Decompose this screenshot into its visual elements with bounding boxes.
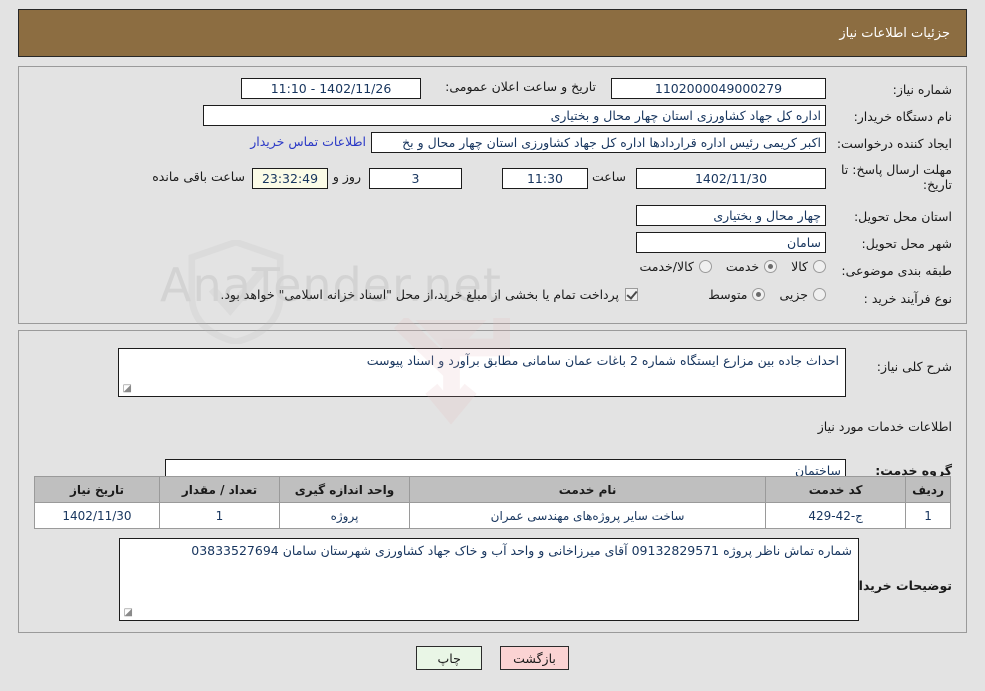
purchase-process-radio-group: جزیی متوسط bbox=[694, 287, 826, 302]
treasury-note-row[interactable]: پرداخت تمام یا بخشی از مبلغ خرید،از محل … bbox=[220, 287, 638, 302]
radio-indicator-jozi[interactable] bbox=[813, 288, 826, 301]
radio-label-motevaset: متوسط bbox=[708, 287, 748, 302]
radio-option-motevaset[interactable]: متوسط bbox=[708, 287, 766, 302]
col-quantity: تعداد / مقدار bbox=[159, 476, 280, 503]
label-general-description: شرح کلی نیاز: bbox=[876, 359, 952, 374]
cell-need-date: 1402/11/30 bbox=[34, 502, 160, 529]
label-delivery-city: شهر محل تحویل: bbox=[861, 236, 952, 251]
label-response-deadline: مهلت ارسال پاسخ: تا تاریخ: bbox=[841, 162, 952, 192]
need-details-panel: شرح کلی نیاز: احداث جاده بین مزارع ایستگ… bbox=[18, 330, 967, 633]
deadline-time-field[interactable]: 11:30 bbox=[502, 168, 588, 189]
cell-service-code: ج-42-429 bbox=[765, 502, 907, 529]
col-unit: واحد اندازه گیری bbox=[279, 476, 410, 503]
cell-quantity: 1 bbox=[159, 502, 280, 529]
label-buyer-notes: توضیحات خریدار: bbox=[846, 578, 952, 593]
col-service-code: کد خدمت bbox=[765, 476, 907, 503]
radio-label-kala: کالا bbox=[791, 259, 808, 274]
back-button[interactable]: بازگشت bbox=[500, 646, 569, 670]
resize-grip-icon-notes[interactable]: ◪ bbox=[123, 608, 133, 618]
cell-unit: پروژه bbox=[279, 502, 410, 529]
page-title: جزئیات اطلاعات نیاز bbox=[839, 25, 950, 41]
deadline-remaining-label: ساعت باقی مانده bbox=[152, 169, 245, 184]
announce-datetime-field[interactable]: 1402/11/26 - 11:10 bbox=[241, 78, 421, 99]
resize-grip-icon[interactable]: ◪ bbox=[122, 384, 132, 394]
deadline-days-field: 3 bbox=[369, 168, 462, 189]
need-summary-panel: شماره نیاز: نام دستگاه خریدار: ایجاد کنن… bbox=[18, 66, 967, 324]
need-number-field[interactable]: 1102000049000279 bbox=[611, 78, 826, 99]
subject-category-radio-group: کالا خدمت کالا/خدمت bbox=[625, 259, 826, 274]
label-subject-category: طبقه بندی موضوعی: bbox=[841, 263, 952, 278]
cell-row-no: 1 bbox=[905, 502, 951, 529]
delivery-province-field[interactable]: چهار محال و بختیاری bbox=[636, 205, 826, 226]
table-row: 1 ج-42-429 ساخت سایر پروژه‌های مهندسی عم… bbox=[34, 502, 951, 529]
print-button[interactable]: چاپ bbox=[416, 646, 483, 670]
label-purchase-process: نوع فرآیند خرید : bbox=[863, 291, 952, 306]
services-table: ردیف کد خدمت نام خدمت واحد اندازه گیری ت… bbox=[34, 476, 951, 529]
deadline-date-field[interactable]: 1402/11/30 bbox=[636, 168, 826, 189]
col-service-name: نام خدمت bbox=[408, 476, 767, 503]
deadline-days-label: روز و bbox=[332, 169, 361, 184]
buyer-contact-link[interactable]: اطلاعات تماس خریدار bbox=[250, 134, 366, 149]
col-row-no: ردیف bbox=[905, 476, 951, 503]
radio-option-jozi[interactable]: جزیی bbox=[779, 287, 826, 302]
radio-label-khedmat: خدمت bbox=[725, 259, 760, 274]
general-description-textarea[interactable]: احداث جاده بین مزارع ایستگاه شماره 2 باغ… bbox=[118, 348, 846, 397]
col-need-date: تاریخ نیاز bbox=[34, 476, 160, 503]
general-description-text: احداث جاده بین مزارع ایستگاه شماره 2 باغ… bbox=[366, 353, 839, 368]
radio-indicator-kala-khedmat[interactable] bbox=[698, 260, 712, 273]
radio-option-kala[interactable]: کالا bbox=[791, 259, 826, 274]
action-button-bar: بازگشت چاپ bbox=[0, 646, 985, 670]
table-header-row: ردیف کد خدمت نام خدمت واحد اندازه گیری ت… bbox=[34, 476, 951, 503]
services-section-title: اطلاعات خدمات مورد نیاز bbox=[817, 419, 952, 434]
buyer-notes-textarea[interactable]: شماره تماش ناظر پروژه 09132829571 آقای م… bbox=[119, 538, 859, 621]
announce-datetime-label: تاریخ و ساعت اعلان عمومی: bbox=[445, 79, 596, 94]
label-need-number: شماره نیاز: bbox=[892, 82, 952, 97]
label-buyer-org: نام دستگاه خریدار: bbox=[853, 109, 952, 124]
radio-option-kala-khedmat[interactable]: کالا/خدمت bbox=[639, 259, 712, 274]
treasury-note-text: پرداخت تمام یا بخشی از مبلغ خرید،از محل … bbox=[220, 287, 619, 302]
buyer-notes-text: شماره تماش ناظر پروژه 09132829571 آقای م… bbox=[191, 543, 852, 558]
page-root: جزئیات اطلاعات نیاز شماره نیاز: نام دستگ… bbox=[0, 0, 985, 691]
deadline-time-label: ساعت bbox=[591, 169, 626, 184]
radio-indicator-khedmat[interactable] bbox=[764, 260, 778, 273]
label-request-creator: ایجاد کننده درخواست: bbox=[836, 136, 952, 151]
label-delivery-province: استان محل تحویل: bbox=[853, 209, 952, 224]
delivery-city-field[interactable]: سامان bbox=[636, 232, 826, 253]
cell-service-name: ساخت سایر پروژه‌های مهندسی عمران bbox=[408, 502, 767, 529]
radio-indicator-kala[interactable] bbox=[813, 260, 826, 273]
deadline-countdown-field: 23:32:49 bbox=[252, 168, 328, 189]
treasury-checkbox[interactable] bbox=[625, 288, 638, 301]
radio-option-khedmat[interactable]: خدمت bbox=[725, 259, 778, 274]
request-creator-field[interactable]: اکبر کریمی رئیس اداره قراردادها اداره کل… bbox=[371, 132, 826, 153]
radio-indicator-motevaset[interactable] bbox=[752, 288, 766, 301]
radio-label-kala-khedmat: کالا/خدمت bbox=[639, 259, 694, 274]
buyer-org-field[interactable]: اداره کل جهاد کشاورزی استان چهار محال و … bbox=[203, 105, 826, 126]
radio-label-jozi: جزیی bbox=[779, 287, 808, 302]
page-title-bar: جزئیات اطلاعات نیاز bbox=[18, 9, 967, 57]
